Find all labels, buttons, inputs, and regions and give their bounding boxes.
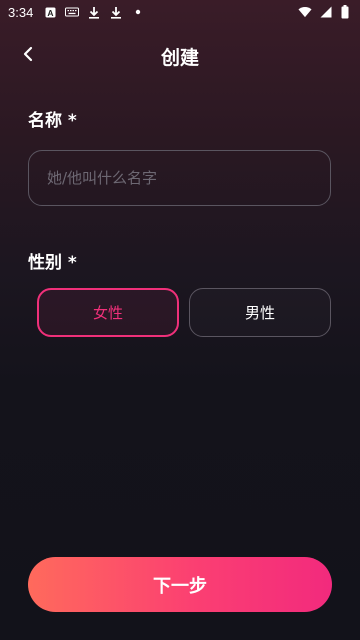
dot-icon: [131, 5, 145, 19]
download-icon: [87, 5, 101, 19]
signal-icon: [318, 5, 332, 19]
svg-text:A: A: [47, 7, 53, 17]
next-button[interactable]: 下一步: [28, 557, 332, 612]
keyboard-icon: [65, 5, 80, 19]
battery-icon: [338, 5, 352, 19]
header: 创建: [0, 36, 360, 76]
name-label: 名称 *: [28, 111, 77, 131]
status-bar: 3:34 A: [0, 0, 360, 24]
a-icon: A: [43, 5, 57, 19]
gender-option-label: 男性: [244, 304, 275, 322]
notification-icons: A: [43, 5, 145, 19]
gender-option-label: 女性: [92, 304, 123, 322]
gender-option-male[interactable]: 男性: [189, 288, 331, 337]
system-icons: [298, 0, 352, 24]
gender-label: 性别 *: [28, 253, 77, 273]
status-time: 3:34: [8, 4, 34, 20]
back-button[interactable]: [14, 42, 42, 70]
gender-option-female[interactable]: 女性: [37, 288, 179, 337]
wifi-icon: [298, 5, 312, 19]
download-icon: [109, 5, 123, 19]
page-title: 创建: [160, 46, 199, 69]
name-input[interactable]: [28, 150, 331, 206]
next-button-label: 下一步: [153, 575, 207, 597]
chevron-left-icon: [22, 46, 34, 66]
